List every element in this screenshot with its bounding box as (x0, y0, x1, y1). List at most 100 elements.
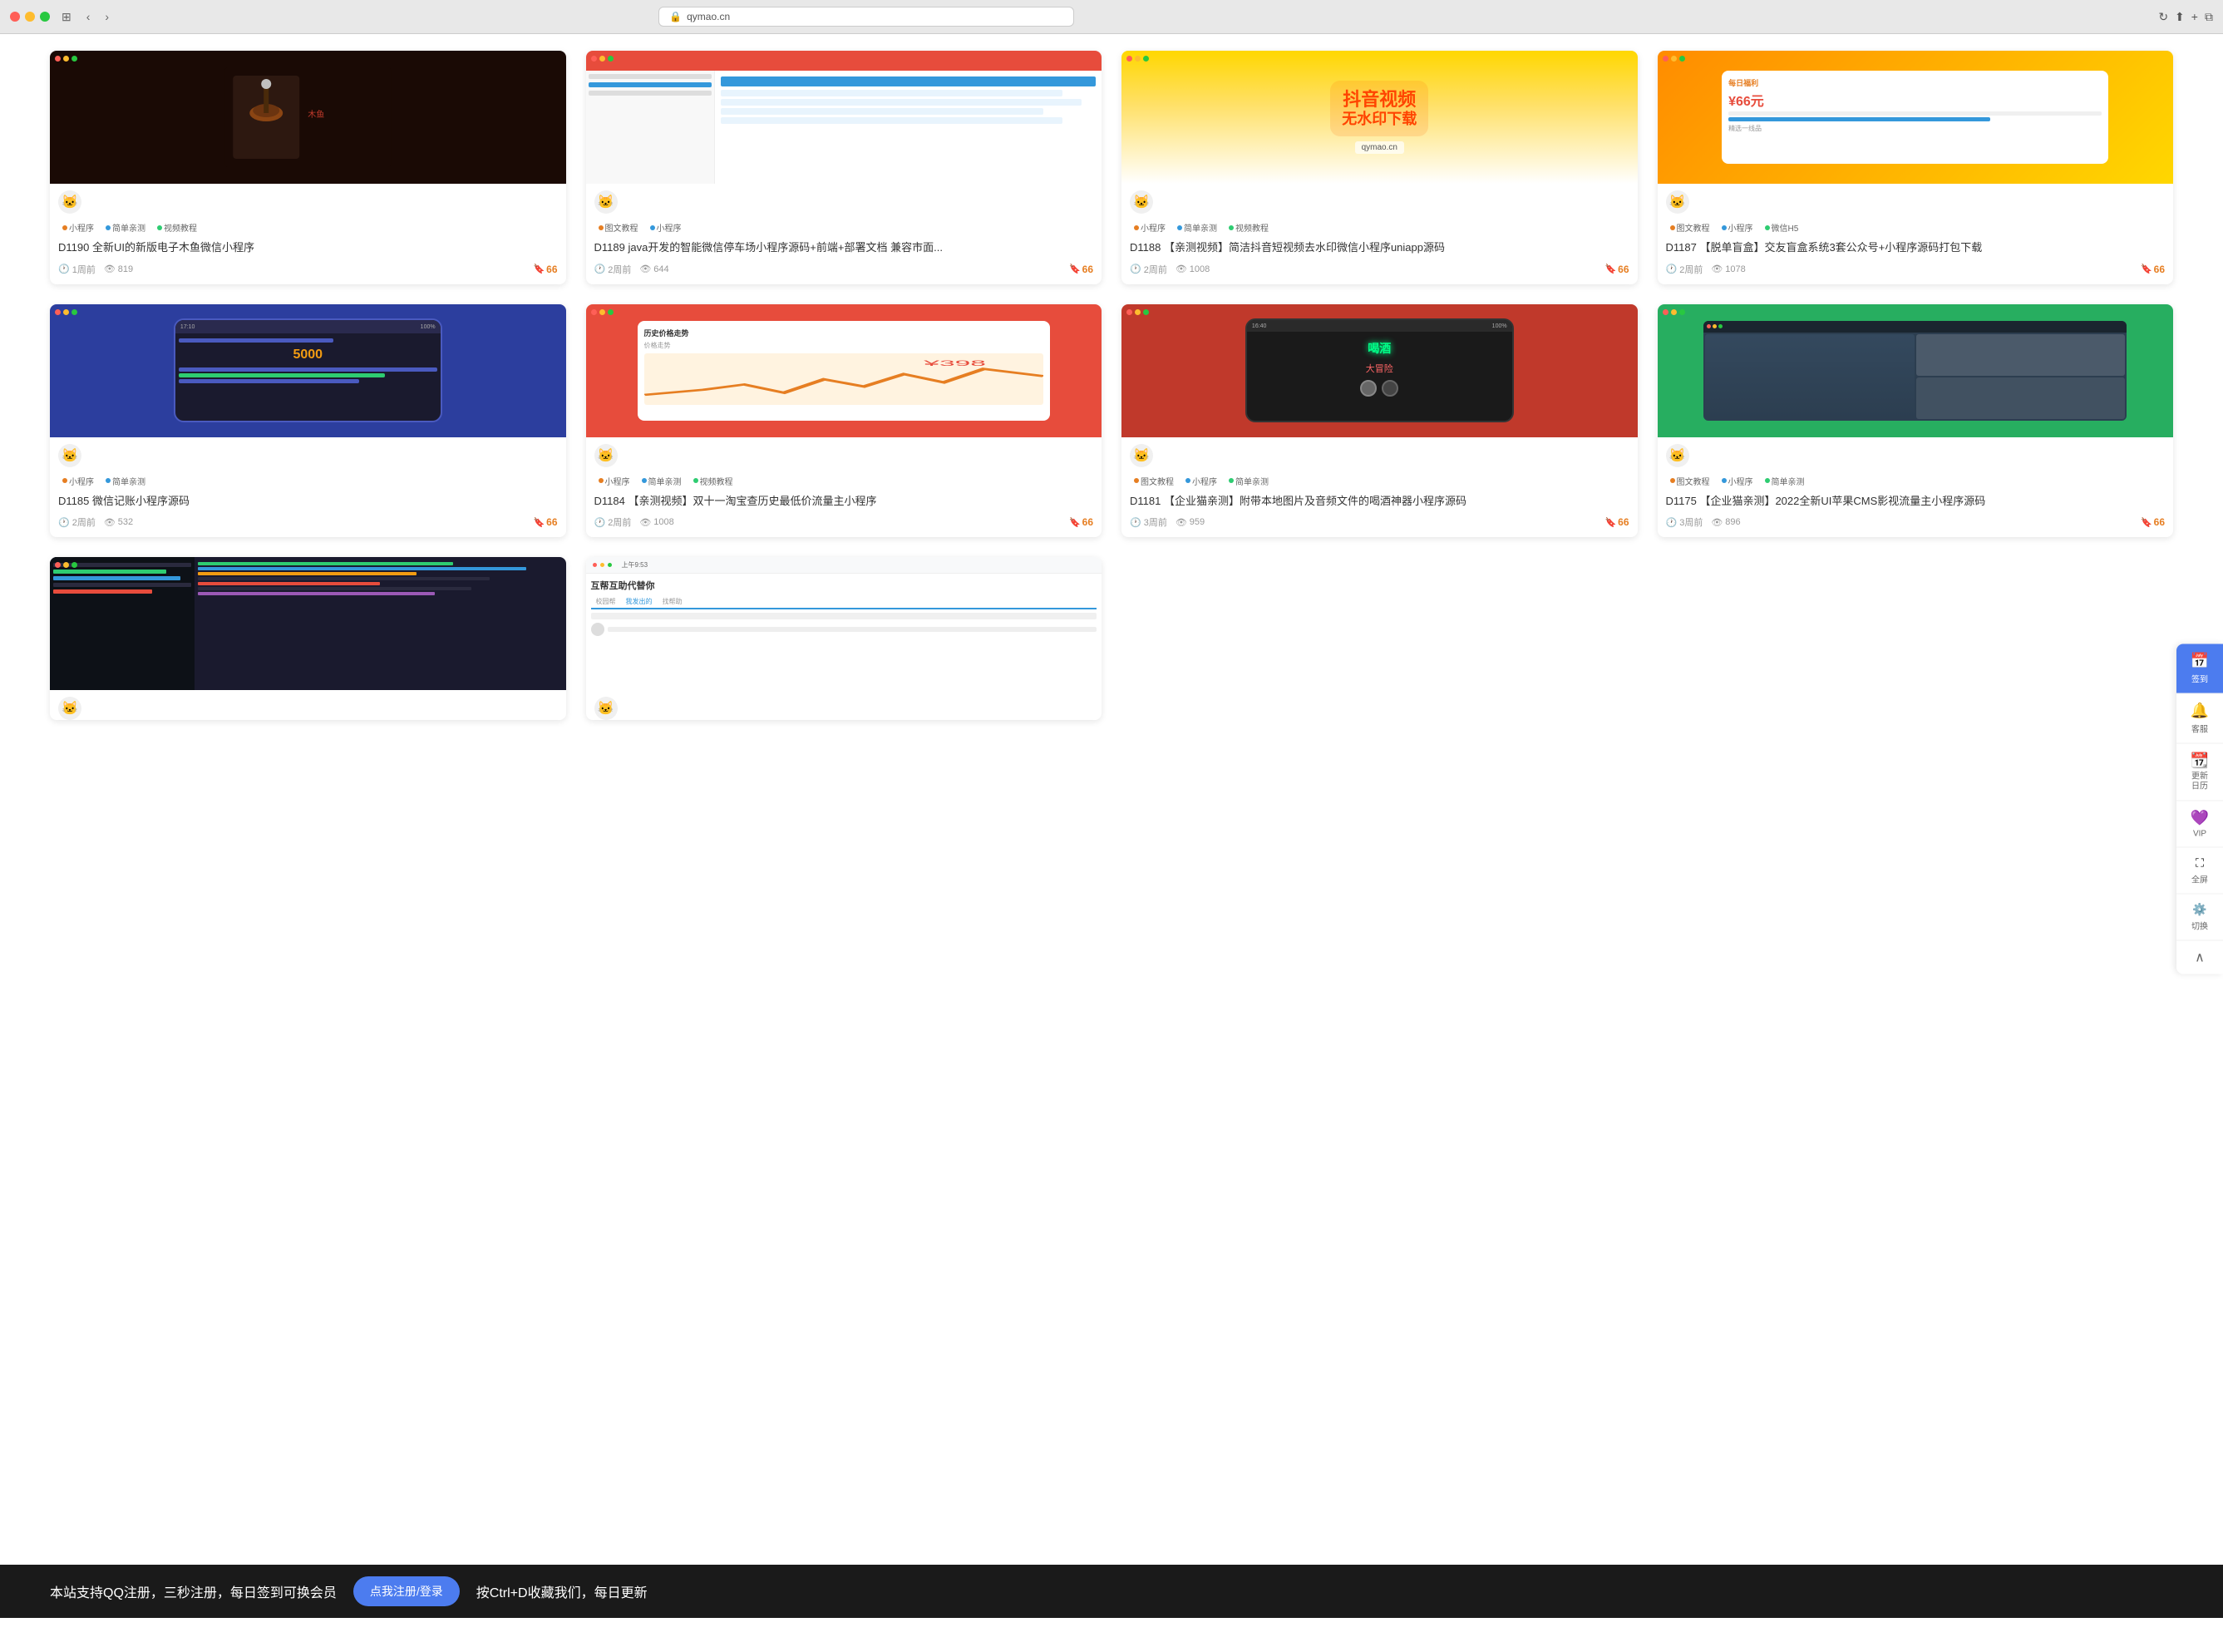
avatar: 🐱 (1666, 444, 1689, 467)
tag: 简单亲测 (1761, 474, 1809, 488)
sidebar-label: 更新日历 (2191, 772, 2208, 792)
thumb-d1187: 每日福利 ¥66元 精选一线品 (1658, 51, 2174, 184)
sidebar-item-backtotop[interactable]: ∧ (2176, 941, 2223, 974)
tag: 视频教程 (689, 474, 737, 488)
card-d1190[interactable]: 木鱼 🐱 小程序 简单亲测 视频教程 D1190 全新UI的新版电子木鱼微信小程… (50, 51, 566, 284)
sidebar-item-calendar[interactable]: 📆 更新日历 (2176, 744, 2223, 801)
card-d1184[interactable]: 历史价格走势 价格走势 ¥398 🐱 (586, 304, 1102, 538)
card-avatar-row: 🐱 (1658, 184, 2174, 214)
tabs-button[interactable]: ⧉ (2205, 10, 2213, 24)
views: 👁644 (639, 264, 668, 274)
thumb-d1188: 抖音视频 无水印下载 qymao.cn (1121, 51, 1638, 184)
views: 👁896 (1711, 517, 1740, 528)
bottom-bar: 本站支持QQ注册，三秒注册，每日签到可换会员 点我注册/登录 按Ctrl+D收藏… (0, 1565, 2223, 1618)
win-dots (591, 56, 614, 62)
browser-actions: ↻ ⬆ + ⧉ (2158, 10, 2213, 24)
forward-button[interactable]: › (101, 8, 112, 25)
time: 🕐1周前 (58, 263, 96, 276)
share-button[interactable]: ⬆ (2175, 10, 2185, 24)
update-icon: 📆 (2191, 752, 2209, 770)
svg-text:木鱼: 木鱼 (308, 109, 324, 120)
time: 🕐2周前 (58, 515, 96, 529)
avatar: 🐱 (1130, 444, 1153, 467)
card-tags: 小程序 简单亲测 (58, 474, 558, 488)
card-title: D1175 【企业猫亲测】2022全新UI苹果CMS影视流量主小程序源码 (1666, 493, 2166, 510)
card-dr3c1[interactable]: 🐱 (50, 557, 566, 720)
tag: 视频教程 (153, 220, 201, 234)
time: 🕐2周前 (1130, 263, 1167, 276)
card-tags: 图文教程 小程序 微信H5 (1666, 220, 2166, 234)
bottom-right-text: 按Ctrl+D收藏我们，每日更新 (476, 1581, 648, 1601)
card-meta: 🕐2周前 👁1078 🔖66 (1666, 263, 2166, 276)
sidebar-item-switch[interactable]: ⚙️ 切换 (2176, 895, 2223, 941)
win-dots (1126, 309, 1149, 315)
tag: 图文教程 (594, 220, 643, 234)
card-tags: 小程序 简单亲测 视频教程 (1130, 220, 1629, 234)
time: 🕐3周前 (1666, 515, 1703, 529)
card-d1187[interactable]: 每日福利 ¥66元 精选一线品 🐱 图文教程 小程序 (1658, 51, 2174, 284)
card-meta: 🕐2周前 👁1008 🔖66 (594, 515, 1094, 529)
card-title: D1184 【亲测视频】双十一淘宝查历史最低价流量主小程序 (594, 493, 1094, 510)
card-d1175[interactable]: 🐱 图文教程 小程序 简单亲测 D1175 【企业猫亲测】2022全新UI苹果C… (1658, 304, 2174, 538)
card-title: D1188 【亲测视频】简洁抖音短视频去水印微信小程序uniapp源码 (1130, 239, 1629, 256)
card-avatar-row: 🐱 (586, 437, 1102, 467)
tag: 小程序 (58, 474, 98, 488)
card-title: D1189 java开发的智能微信停车场小程序源码+前端+部署文档 兼容市面..… (594, 239, 1094, 256)
card-dr3c2[interactable]: 上午9:53 互帮互助代替你 校园帮 我发出的 找帮助 (586, 557, 1102, 720)
card-tags: 图文教程 小程序 (594, 220, 1094, 234)
bottom-text: 本站支持QQ注册，三秒注册，每日签到可换会员 (50, 1581, 337, 1601)
sidebar-label: 客服 (2191, 722, 2208, 735)
sidebar-item-fullscreen[interactable]: ⛶ 全屏 (2176, 848, 2223, 895)
avatar: 🐱 (594, 190, 618, 214)
price: 🔖66 (533, 264, 557, 275)
url-text: qymao.cn (687, 11, 730, 22)
sidebar-item-signin[interactable]: 📅 签到 (2176, 644, 2223, 694)
back-button[interactable]: ‹ (83, 8, 94, 25)
card-d1185[interactable]: 17:10 100% 5000 (50, 304, 566, 538)
card-meta: 🕐2周前 👁532 🔖66 (58, 515, 558, 529)
page-wrapper: 木鱼 🐱 小程序 简单亲测 视频教程 D1190 全新UI的新版电子木鱼微信小程… (0, 34, 2223, 1652)
win-dots (591, 309, 614, 315)
win-dots (1663, 309, 1685, 315)
tag: 简单亲测 (638, 474, 686, 488)
card-tags: 图文教程 小程序 简单亲测 (1130, 474, 1629, 488)
card-avatar-row: 🐱 (50, 690, 566, 720)
register-login-button[interactable]: 点我注册/登录 (353, 1576, 460, 1606)
thumb-d1185: 17:10 100% 5000 (50, 304, 566, 437)
thumb-d1190: 木鱼 (50, 51, 566, 184)
reload-button[interactable]: ↻ (2158, 10, 2168, 24)
maximize-button[interactable] (40, 12, 50, 22)
tag: 小程序 (1718, 474, 1757, 488)
price: 🔖66 (1604, 264, 1629, 275)
card-title: D1181 【企业猫亲测】附带本地图片及音频文件的喝酒神器小程序源码 (1130, 493, 1629, 510)
card-d1188[interactable]: 抖音视频 无水印下载 qymao.cn 🐱 小程序 简单亲测 视频教程 (1121, 51, 1638, 284)
views: 👁819 (104, 264, 133, 274)
views: 👁1078 (1711, 264, 1745, 274)
tag: 图文教程 (1666, 474, 1714, 488)
sidebar-item-vip[interactable]: 💜 VIP (2176, 801, 2223, 848)
card-d1189[interactable]: 🐱 图文教程 小程序 D1189 java开发的智能微信停车场小程序源码+前端+… (586, 51, 1102, 284)
sidebar-toggle[interactable]: ⊞ (58, 8, 75, 26)
sidebar-item-service[interactable]: 🔔 客服 (2176, 694, 2223, 744)
main-content: 木鱼 🐱 小程序 简单亲测 视频教程 D1190 全新UI的新版电子木鱼微信小程… (0, 34, 2223, 737)
price: 🔖66 (2141, 516, 2165, 528)
address-bar[interactable]: 🔒 qymao.cn (658, 7, 1074, 27)
tag: 简单亲测 (101, 474, 150, 488)
win-dots (1663, 56, 1685, 62)
card-body: 小程序 简单亲测 视频教程 D1188 【亲测视频】简洁抖音短视频去水印微信小程… (1121, 214, 1638, 284)
sidebar-label: 全屏 (2191, 873, 2208, 885)
card-tags: 图文教程 小程序 简单亲测 (1666, 474, 2166, 488)
new-tab-button[interactable]: + (2191, 10, 2198, 23)
card-meta: 🕐2周前 👁644 🔖66 (594, 263, 1094, 276)
price: 🔖66 (1069, 264, 1093, 275)
card-d1181[interactable]: 16:40 100% 喝酒 大冒险 (1121, 304, 1638, 538)
tag: 简单亲测 (101, 220, 150, 234)
card-body: 小程序 简单亲测 D1185 微信记账小程序源码 🕐2周前 👁532 🔖66 (50, 467, 566, 538)
card-avatar-row: 🐱 (1121, 184, 1638, 214)
minimize-button[interactable] (25, 12, 35, 22)
calendar-icon: 📅 (2191, 653, 2209, 670)
avatar: 🐱 (594, 444, 618, 467)
close-button[interactable] (10, 12, 20, 22)
card-body: 小程序 简单亲测 视频教程 D1184 【亲测视频】双十一淘宝查历史最低价流量主… (586, 467, 1102, 538)
thumb-d1189 (586, 51, 1102, 184)
